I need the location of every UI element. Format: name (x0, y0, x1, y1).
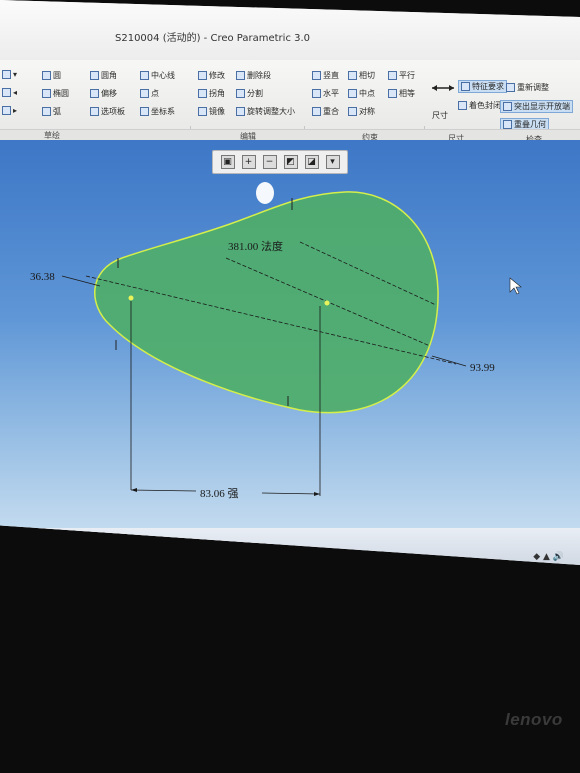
dimension-line (261, 492, 321, 495)
sketch-profile[interactable] (94, 191, 439, 414)
glare-spot (256, 182, 274, 204)
ribbon-centerline-button[interactable]: 中心线 (140, 70, 175, 81)
highlight-open-ends-icon (503, 102, 512, 111)
display-style-icon[interactable]: ▾ (325, 155, 340, 169)
leader-line (61, 275, 101, 287)
feature-requirements-icon (461, 82, 470, 91)
lenovo-logo: lenovo (505, 710, 563, 729)
midpoint-constraint-icon (348, 89, 357, 98)
horizontal-constraint-icon (312, 89, 321, 98)
offset-icon (90, 89, 99, 98)
ribbon-delete-segment-button[interactable]: 删除段 (236, 70, 271, 81)
divide-icon (236, 89, 245, 98)
tangent-constraint-icon (348, 71, 357, 80)
point-icon (140, 89, 149, 98)
graphics-area[interactable]: 36.38 381.00 法度 93.99 83.06 强 (0, 140, 580, 530)
ribbon-ellipse-button[interactable]: 椭圆 (42, 88, 69, 99)
sketch-view-icon[interactable]: ◪ (304, 155, 319, 169)
dimension-icon (432, 85, 454, 91)
mode-icon (2, 70, 11, 79)
zoom-out-icon[interactable]: − (262, 155, 277, 169)
fillet-icon (90, 71, 99, 80)
ribbon-dimension-label: 尺寸 (432, 111, 448, 120)
mode-icon (2, 88, 11, 97)
refit-view-icon[interactable]: ▣ (220, 155, 235, 169)
coordinate-system-icon (140, 107, 149, 116)
ribbon-item-mode-a[interactable]: ▾ (2, 70, 17, 79)
palette-icon (90, 107, 99, 116)
ribbon-offset-button[interactable]: 偏移 (90, 88, 117, 99)
ribbon-dimension-button[interactable] (431, 82, 455, 94)
parallel-constraint-icon (388, 71, 397, 80)
view-orientation-icon[interactable]: ◩ (283, 155, 298, 169)
dimension-line (130, 489, 197, 492)
ribbon-circle-button[interactable]: 圆 (42, 70, 61, 81)
dimension-right-radius[interactable]: 93.99 (470, 362, 495, 374)
mouse-cursor-icon (509, 277, 522, 295)
system-tray[interactable]: ◆ ▲ 🔊 (533, 552, 564, 562)
mirror-icon (198, 107, 207, 116)
taskbar: ◆ ▲ 🔊 (0, 528, 580, 565)
vertical-constraint-icon (312, 71, 321, 80)
ribbon-horizontal-button[interactable]: 水平 (312, 88, 339, 99)
modify-icon (198, 71, 207, 80)
center-point-left[interactable] (128, 295, 134, 301)
ribbon-divide-button[interactable]: 分割 (236, 88, 263, 99)
dimension-arrow (131, 488, 137, 492)
ribbon-symmetric-button[interactable]: 对称 (348, 106, 375, 117)
dimension-distance[interactable]: 83.06 强 (200, 488, 239, 500)
ribbon-refit-button[interactable]: 重新调整 (506, 82, 549, 93)
ribbon-equal-button[interactable]: 相等 (388, 88, 415, 99)
ribbon-coincident-button[interactable]: 重合 (312, 106, 339, 117)
dimension-left-radius[interactable]: 36.38 (30, 271, 55, 283)
ribbon-feature-requirements-button[interactable]: 特征要求 (458, 80, 507, 93)
delete-segment-icon (236, 71, 245, 80)
graphics-toolbar: ▣ + − ◩ ◪ ▾ (212, 150, 348, 174)
dimension-angle[interactable]: 381.00 法度 (228, 239, 283, 253)
ribbon-mirror-button[interactable]: 镜像 (198, 106, 225, 117)
window-title: S210004 (活动的) - Creo Parametric 3.0 (115, 33, 311, 44)
ribbon-point-button[interactable]: 点 (140, 88, 159, 99)
title-bar: S210004 (活动的) - Creo Parametric 3.0 (0, 0, 580, 62)
overlap-geometry-icon (503, 120, 512, 129)
ribbon-rotate-resize-button[interactable]: 旋转调整大小 (236, 106, 295, 117)
arc-icon (42, 107, 51, 116)
ribbon-corner-button[interactable]: 拐角 (198, 88, 225, 99)
ribbon-parallel-button[interactable]: 平行 (388, 70, 415, 81)
refit-icon (506, 83, 515, 92)
ellipse-icon (42, 89, 51, 98)
sketch-svg[interactable]: 36.38 381.00 法度 93.99 83.06 强 (0, 140, 580, 530)
equal-constraint-icon (388, 89, 397, 98)
circle-icon (42, 71, 51, 80)
ribbon-highlight-open-ends-button[interactable]: 突出显示开放端 (500, 100, 573, 113)
ribbon-arc-button[interactable]: 弧 (42, 106, 61, 117)
ribbon-tangent-button[interactable]: 相切 (348, 70, 375, 81)
ribbon-coordsys-button[interactable]: 坐标系 (140, 106, 175, 117)
ribbon-vertical-button[interactable]: 竖直 (312, 70, 339, 81)
ribbon-midpoint-button[interactable]: 中点 (348, 88, 375, 99)
mode-icon (2, 106, 11, 115)
center-point-right[interactable] (324, 300, 330, 306)
ribbon-fillet-button[interactable]: 圆角 (90, 70, 117, 81)
rotate-resize-icon (236, 107, 245, 116)
symmetric-constraint-icon (348, 107, 357, 116)
corner-icon (198, 89, 207, 98)
centerline-icon (140, 71, 149, 80)
leader-line (431, 355, 467, 367)
coincident-constraint-icon (312, 107, 321, 116)
ribbon-item-mode-b[interactable]: ◂ (2, 88, 17, 97)
shade-closed-icon (458, 101, 467, 110)
ribbon-modify-button[interactable]: 修改 (198, 70, 225, 81)
monitor-screen: S210004 (活动的) - Creo Parametric 3.0 ▾ ◂ … (0, 0, 580, 565)
dimension-arrow (314, 492, 320, 496)
zoom-in-icon[interactable]: + (241, 155, 256, 169)
ribbon-item-mode-c[interactable]: ▸ (2, 106, 17, 115)
ribbon-palette-button[interactable]: 选项板 (90, 106, 125, 117)
